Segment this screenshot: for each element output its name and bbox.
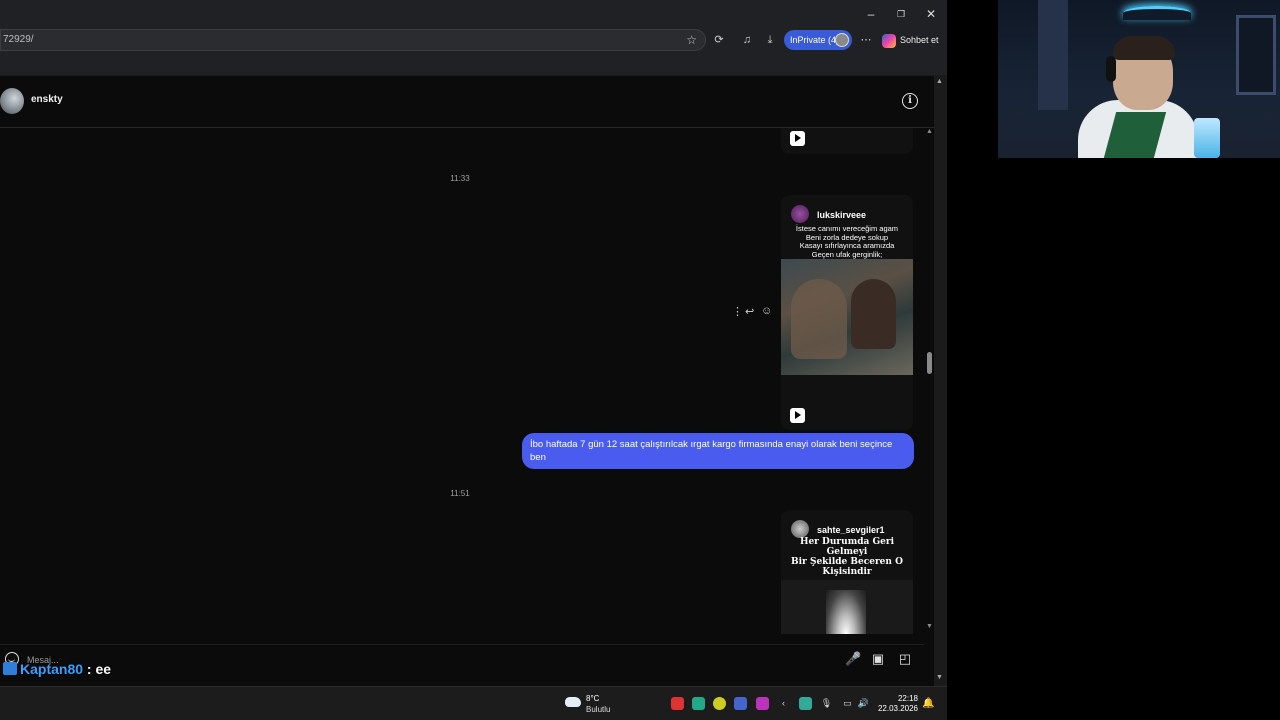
webcam-background-door [1038,0,1068,110]
copilot-label: Sohbet et [900,35,939,45]
stream-chat-overlay: Kaptan80 : ee [3,661,111,677]
minimize-button[interactable]: – [856,4,886,24]
media-icon[interactable]: ♫ [738,32,756,48]
overlay-text: : ee [83,661,112,677]
restore-button[interactable]: ❐ [886,4,916,24]
caption-line: Bir Şekilde Beceren O [791,557,903,567]
reel-author-avatar [791,520,809,538]
tray-app-icon[interactable] [713,697,726,710]
tray-app-icon[interactable]: ‹ [777,697,790,710]
taskbar-clock[interactable]: 22:18 22.03.2026 [872,694,918,714]
info-icon[interactable]: i [902,93,918,109]
sent-message-bubble[interactable]: İbo haftada 7 gün 12 saat çalıştırılcak … [522,433,914,469]
tray-app-icon[interactable] [671,697,684,710]
profile-avatar [835,33,849,47]
image-icon[interactable]: ▣ [870,651,886,667]
tray-app-icon[interactable] [756,697,769,710]
headphones [1106,56,1116,82]
favorites-bar [0,52,947,76]
page-scrollbar[interactable]: ▲ ▼ [934,76,947,686]
scroll-down-icon[interactable]: ▼ [936,674,943,681]
scroll-up-icon[interactable]: ▲ [926,128,933,135]
address-text: 72929/ [3,34,34,45]
caption-line: Kişisindir [822,567,872,577]
play-icon [790,408,805,423]
tray-app-icon[interactable] [799,697,812,710]
microphone-icon[interactable]: 🎤 [845,651,861,667]
reel-video-thumbnail [781,580,913,634]
chat-scrollbar[interactable]: ▲ ▼ [924,128,934,634]
reel-username: sahte_sevgiler1 [817,525,885,535]
reply-icon[interactable]: ↩ [745,305,754,318]
webcam-feed [998,0,1280,158]
sticker-icon[interactable]: ◰ [897,651,913,667]
reel-card-partial[interactable] [781,128,913,154]
clock-date: 22.03.2026 [877,704,918,713]
notification-bell-icon[interactable]: 🔔 [922,698,934,709]
reel-caption: Her Durumda Geri Gelmeyi Bir Şekilde Bec… [787,537,907,577]
tray-app-icon[interactable] [734,697,747,710]
streamer-hair [1113,36,1175,60]
favorite-star-icon[interactable]: ☆ [686,30,697,50]
download-icon[interactable]: ⤓ [761,32,779,48]
scroll-down-icon[interactable]: ▼ [926,623,933,630]
inprivate-button[interactable]: InPrivate (4) [784,30,852,50]
browser-window: – ❐ ✕ 72929/ ☆ ⟳ ♫ ⤓ InPrivate (4) ⋯ Soh… [0,0,947,686]
contact-name[interactable]: enskty [31,94,63,105]
title-bar: – ❐ ✕ [0,0,947,28]
timestamp: 11:33 [450,174,470,183]
reel-author-avatar [791,205,809,223]
webcam-background-window [1236,15,1276,95]
microphone-tray-icon[interactable]: 🎙 [820,697,833,710]
reel-username: lukskirveee [817,210,867,220]
overlay-username: Kaptan80 [20,661,84,677]
reel-caption: İstese canımı vereceğim agam Beni zorla … [787,224,907,259]
caption-line: Her Durumda Geri Gelmeyi [799,537,895,557]
play-icon [790,131,805,146]
neon-light [1123,6,1191,20]
copilot-button[interactable]: Sohbet et [882,31,944,49]
close-button[interactable]: ✕ [916,4,946,24]
inprivate-label: InPrivate (4) [790,35,840,45]
clock-time: 22:18 [897,694,918,703]
scroll-up-icon[interactable]: ▲ [936,78,943,85]
timestamp: 11:51 [450,489,470,498]
contact-avatar[interactable] [0,88,24,114]
scroll-thumb[interactable] [927,352,932,374]
message-composer [0,644,924,674]
weather-description[interactable]: Bulutlu [586,705,610,714]
cloud-icon[interactable] [565,697,581,707]
address-bar[interactable]: 72929/ ☆ [0,29,706,51]
tray-app-icon[interactable] [692,697,705,710]
volume-icon[interactable]: 🔊 [857,697,870,710]
video-fire [826,590,866,634]
more-menu-icon[interactable]: ⋯ [857,32,875,48]
extensions-icon[interactable]: ⟳ [710,32,728,48]
drink-can [1194,118,1220,158]
react-emoji-icon[interactable]: ☺ [761,305,772,317]
copilot-icon [882,33,896,48]
reel-video-thumbnail [781,259,913,375]
reel-card[interactable]: lukskirveee İstese canımı vereceğim agam… [781,195,913,430]
weather-temperature[interactable]: 8°C [586,694,599,703]
chat-header [0,76,934,128]
more-options-icon[interactable]: ⋮ [732,305,743,318]
user-badge-icon [3,662,17,675]
network-icon[interactable]: ▭ [841,697,854,710]
video-figure [791,279,847,359]
reel-card[interactable]: sahte_sevgiler1 Her Durumda Geri Gelmeyi… [781,510,913,634]
video-figure [851,279,896,349]
